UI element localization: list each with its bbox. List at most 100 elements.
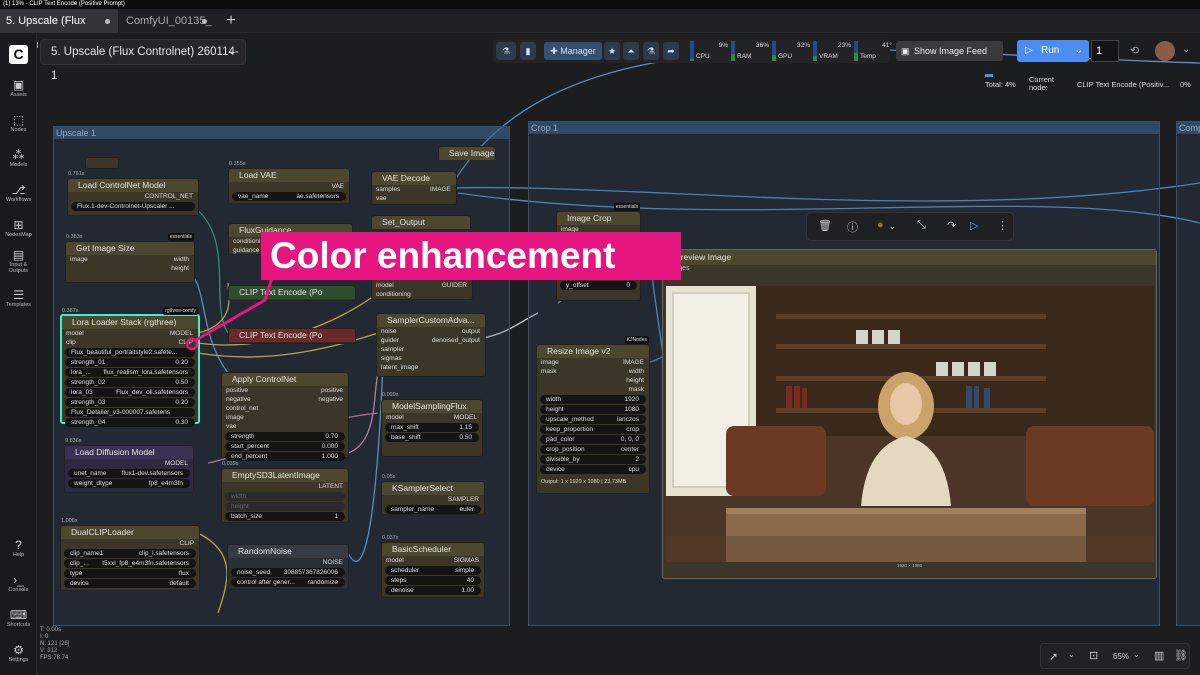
pad-color-widget[interactable]: pad_color 0, 0, 0 [540, 435, 646, 444]
filter-icon[interactable]: ⏶ [623, 42, 639, 60]
node-sampler-custom-advanced[interactable]: SamplerCustomAdva... noise output guider d… [376, 313, 486, 377]
color-picker-icon[interactable]: ● [877, 219, 884, 231]
workflow-name-dropdown[interactable]: 5. Upscale (Flux Controlnet) 260114-1 ⌄ [40, 39, 246, 82]
unet-name-widget[interactable]: unet_name flux1-dev.safetensors [68, 469, 190, 478]
node-get-image-size[interactable]: 0.383s essentials Get Image Size image wi… [65, 233, 195, 283]
chevron-down-icon[interactable]: ⌄ [1182, 44, 1190, 55]
type-widget[interactable]: type flux [64, 569, 196, 578]
show-image-feed-button[interactable]: ▣ Show Image Feed [896, 41, 1003, 61]
strength-widget[interactable]: strength_04 0.30 [65, 418, 195, 427]
control-after-generate-widget[interactable]: control after gener... randomize [231, 578, 345, 587]
history-icon[interactable]: ⟲ [1130, 44, 1139, 57]
sidebar-item-nodesmap[interactable]: ⊞ NodesMap [0, 218, 37, 238]
clip-name1-widget[interactable]: clip_name1 clip_l.safetensors [64, 549, 196, 558]
chevron-down-icon[interactable]: ⌄ [889, 222, 896, 231]
queue-count-input[interactable]: 1 [1091, 40, 1119, 62]
base-shift-widget[interactable]: base_shift 0.50 [385, 433, 479, 442]
node-guider[interactable]: model GUIDER conditioning [371, 278, 473, 300]
node-dualcliploader[interactable]: 1.008s DualCLIPLoader CLIP clip_name1 cli… [60, 518, 200, 591]
upscale-method-widget[interactable]: upscale_method lanczos [540, 415, 646, 424]
strength-widget[interactable]: strength 0.70 [225, 432, 345, 441]
more-icon[interactable]: ⋮ [997, 219, 1008, 232]
node-empty-latent[interactable]: 0.039s EmptySD3LatentImage LATENT width … [221, 461, 349, 523]
denoise-widget[interactable]: denoise 1.00 [385, 586, 481, 595]
node-load-controlnet[interactable]: 0.761s Load ControlNet Model CONTROL_NET… [67, 171, 199, 216]
node-load-vae[interactable]: 0.355s Load VAE VAE vae_name ae.safetenso… [228, 161, 350, 204]
lora-widget[interactable]: Flux_beautiful_portraitstyle2.safete... [65, 348, 195, 357]
node-lora-stack[interactable]: 0.387s rgthree-comfy Lora Loader Stack (… [60, 307, 200, 427]
sidebar-item-io[interactable]: ▤ Input & Outputs [0, 248, 37, 274]
node-random-noise[interactable]: RandomNoise NOISE noise_seed 308857367826… [227, 544, 349, 590]
node-save-image[interactable]: Save Image [438, 146, 496, 160]
node-model-sampling-flux[interactable]: 0.099s ModelSamplingFlux model MODEL max_… [381, 392, 483, 457]
info-icon[interactable]: ⓘ [847, 219, 858, 235]
sidebar-item-templates[interactable]: ☰ Templates [0, 288, 37, 308]
node-ksampler-select[interactable]: 0.05s KSamplerSelect SAMPLER sampler_nam… [381, 474, 485, 515]
steps-widget[interactable]: steps 40 [385, 576, 481, 585]
weight-dtype-widget[interactable]: weight_dtype fp8_e4m3fn [68, 479, 190, 488]
flask-alt-icon[interactable]: ⚗ [643, 42, 659, 60]
width-widget[interactable]: width 1920 [540, 395, 646, 404]
node-resize-image[interactable]: KJNodes Resize Image v2 image IMAGE mask w… [536, 336, 650, 494]
minimap-icon[interactable]: ▥ [1154, 649, 1164, 662]
fit-view-icon[interactable]: ⊡ [1089, 649, 1098, 662]
zoom-level[interactable]: 65% [1113, 652, 1129, 661]
bypass-icon[interactable]: ↷ [947, 219, 956, 232]
chevron-down-icon[interactable]: ⌄ [1068, 650, 1075, 659]
sidebar-item-console[interactable]: ›_ Console [0, 573, 37, 593]
sidebar-item-nodes[interactable]: ⬚ Nodes [0, 113, 37, 133]
device-widget[interactable]: device cpu [540, 465, 646, 474]
end-percent-widget[interactable]: end_percent 1.000 [225, 452, 345, 461]
node-basic-scheduler[interactable]: 0.037s BasicScheduler model SIGMAS schedu… [381, 535, 485, 598]
tab-workflow-active[interactable]: 5. Upscale (Flux Contro... [0, 9, 118, 51]
strength-widget[interactable]: strength_03 0.20 [65, 398, 195, 407]
node-apply-controlnet[interactable]: Apply ControlNet positive positive negati… [221, 372, 349, 461]
lora-widget[interactable]: lora_03 Flux_dev_oil.safetensors [65, 388, 195, 397]
crop-position-widget[interactable]: crop_position center [540, 445, 646, 454]
controlnet-name-widget[interactable]: Flux.1-dev-Controlnet-Upscaler ... [71, 202, 195, 211]
execute-icon[interactable]: ▷ [970, 219, 978, 232]
pointer-icon[interactable]: ➚ [1049, 650, 1058, 663]
node-clip-text-positive[interactable]: CLIP Text Encode (Po [228, 285, 356, 301]
start-percent-widget[interactable]: start_percent 0.000 [225, 442, 345, 451]
width-widget[interactable]: width [225, 492, 345, 501]
lora-widget[interactable]: lora_... flux_realism_lora.safetensors [65, 368, 195, 377]
sidebar-item-shortcuts[interactable]: ⌨ Shortcuts [0, 608, 37, 628]
node-preview-image[interactable]: Preview Image images [662, 249, 1157, 579]
bookmark-icon[interactable]: ▮ [520, 42, 536, 60]
height-widget[interactable]: height 1080 [540, 405, 646, 414]
tab-workflow[interactable]: ComfyUI_00135_ [120, 9, 215, 33]
clip-name2-widget[interactable]: clip_... t5xxl_fp8_e4m3fn.safetensors [64, 559, 196, 568]
sidebar-item-settings[interactable]: ⚙ Settings [0, 643, 37, 663]
lora-widget[interactable]: Flux_Detailer_v3-000007.safetens [65, 408, 195, 417]
chevron-down-icon[interactable]: ⌄ [1133, 650, 1140, 659]
star-icon[interactable]: ★ [604, 42, 620, 60]
sampler-name-widget[interactable]: sampler_name euler [385, 505, 481, 514]
strength-widget[interactable]: strength_02 0.50 [65, 378, 195, 387]
sidebar-item-models[interactable]: ⁂ Models [0, 148, 37, 168]
device-widget[interactable]: device default [64, 579, 196, 588]
group-comp[interactable]: Comp [1176, 121, 1200, 626]
strength-widget[interactable]: strength_01 0.20 [65, 358, 195, 367]
node-clip-text-negative[interactable]: CLIP Text Encode (Po [228, 328, 356, 344]
sidebar-item-assets[interactable]: ▣ Assets [0, 78, 37, 98]
y-offset-widget[interactable]: y_offset 0 [560, 281, 637, 290]
manager-button[interactable]: ✚ Manager [544, 42, 602, 60]
comfy-logo[interactable]: C [9, 45, 28, 64]
vae-name-widget[interactable]: vae_name ae.safetensors [232, 192, 346, 201]
flask-icon[interactable]: ⚗ [496, 42, 516, 60]
noise-seed-widget[interactable]: noise_seed 308857367826006 [231, 568, 345, 577]
node-vae-decode[interactable]: VAE Decode samples IMAGE vae [371, 171, 457, 205]
scheduler-widget[interactable]: scheduler simple [385, 566, 481, 575]
trash-icon[interactable]: 🗑 [818, 219, 832, 232]
max-shift-widget[interactable]: max_shift 1.15 [385, 423, 479, 432]
node-load-diffusion[interactable]: 9.836s Load Diffusion Model MODEL unet_n… [64, 438, 194, 493]
collapse-icon[interactable]: ⤡ [917, 219, 926, 232]
sidebar-item-workflows[interactable]: ⎇ Workflows [0, 183, 37, 203]
divisible-by-widget[interactable]: divisible_by 2 [540, 455, 646, 464]
keep-proportion-widget[interactable]: keep_proportion crop [540, 425, 646, 434]
reroute-node[interactable] [85, 157, 119, 169]
batch-size-widget[interactable]: batch_size 1 [225, 512, 345, 521]
new-tab-button[interactable]: + [222, 11, 240, 31]
share-icon[interactable]: ➦ [663, 42, 679, 60]
